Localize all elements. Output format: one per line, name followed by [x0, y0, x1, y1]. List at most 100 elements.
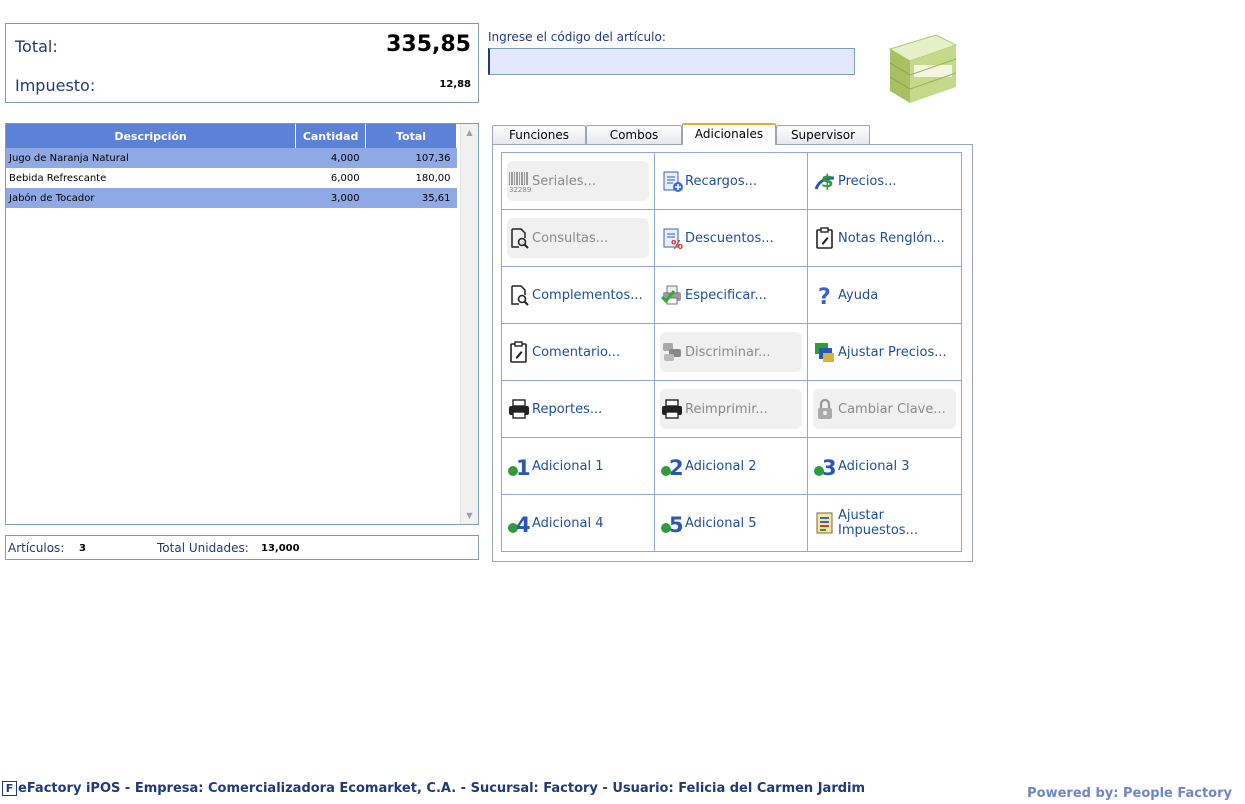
row-quantity: 4,000 — [295, 148, 366, 168]
tab-funciones[interactable]: Funciones — [492, 125, 586, 145]
function-button-label: Comentario... — [532, 344, 621, 360]
tab-combos[interactable]: Combos — [586, 125, 682, 145]
function-button-16[interactable]: 2 Adicional 2 — [655, 438, 808, 495]
tax-list-icon — [813, 511, 837, 535]
function-button-label: Adicional 5 — [685, 515, 757, 531]
function-button-label: Adicional 4 — [532, 515, 604, 531]
function-button-11[interactable]: Ajustar Precios... — [808, 324, 962, 381]
function-button-label: Notas Renglón... — [838, 230, 945, 246]
function-button-4[interactable]: % Descuentos... — [655, 210, 808, 267]
document-plus-icon — [660, 169, 684, 193]
function-button-6[interactable]: Complementos... — [502, 267, 655, 324]
lock-icon — [813, 397, 837, 421]
printer-icon — [660, 397, 684, 421]
function-button-inner[interactable]: Reportes... — [507, 389, 649, 429]
svg-text:?: ? — [818, 285, 831, 307]
function-button-inner[interactable]: 4 Adicional 4 — [507, 503, 649, 543]
col-header-description[interactable]: Descripción — [6, 124, 297, 148]
svg-text:2: 2 — [669, 456, 684, 478]
function-button-3[interactable]: Consultas... — [502, 210, 655, 267]
function-button-inner[interactable]: Reimprimir... — [660, 389, 802, 429]
function-button-inner[interactable]: 32289 Seriales... — [507, 161, 649, 201]
function-button-19[interactable]: 5 Adicional 5 — [655, 495, 808, 552]
function-button-inner[interactable]: Discriminar... — [660, 332, 802, 372]
svg-text:4: 4 — [516, 513, 531, 535]
function-button-inner[interactable]: 3 Adicional 3 — [813, 446, 956, 486]
articles-value: 3 — [79, 543, 86, 554]
function-button-inner[interactable]: $ Precios... — [813, 161, 956, 201]
svg-text:%: % — [671, 238, 683, 250]
function-button-inner[interactable]: Ajustar Impuestos... — [813, 503, 956, 543]
table-row[interactable]: Bebida Refrescante 6,000 180,00 — [6, 168, 457, 188]
row-total: 35,61 — [365, 188, 457, 208]
function-button-inner[interactable]: 5 Adicional 5 — [660, 503, 802, 543]
function-button-inner[interactable]: Complementos... — [507, 275, 649, 315]
scroll-up-icon[interactable]: ▲ — [461, 124, 478, 141]
function-button-label: Adicional 1 — [532, 458, 604, 474]
table-scrollbar[interactable]: ▲ ▼ — [460, 124, 478, 524]
function-button-0[interactable]: 32289 Seriales... — [502, 153, 655, 210]
function-button-inner[interactable]: 1 Adicional 1 — [507, 446, 649, 486]
function-button-inner[interactable]: Cambiar Clave... — [813, 389, 956, 429]
function-button-label: Consultas... — [532, 230, 609, 246]
tab-panel-adicionales: 32289 Seriales... Recargos... $ Precios... Co… — [492, 144, 973, 562]
printer-check-icon — [660, 283, 684, 307]
function-button-label: Especificar... — [685, 287, 767, 303]
function-button-inner[interactable]: % Descuentos... — [660, 218, 802, 258]
scroll-down-icon[interactable]: ▼ — [461, 507, 478, 524]
function-button-12[interactable]: Reportes... — [502, 381, 655, 438]
function-button-label: Complementos... — [532, 287, 643, 303]
function-button-7[interactable]: Especificar... — [655, 267, 808, 324]
status-text: eFactory iPOS - Empresa: Comercializador… — [18, 781, 866, 796]
split-icon — [660, 340, 684, 364]
search-document-icon — [507, 226, 531, 250]
function-button-label: Adicional 3 — [838, 458, 910, 474]
tax-value: 12,88 — [439, 79, 471, 90]
function-button-8[interactable]: ? Ayuda — [808, 267, 962, 324]
function-button-inner[interactable]: Ajustar Precios... — [813, 332, 956, 372]
function-button-label: Recargos... — [685, 173, 758, 189]
function-button-label: Precios... — [838, 173, 897, 189]
tab-adicionales[interactable]: Adicionales — [682, 123, 776, 145]
help-icon: ? — [813, 283, 837, 310]
function-button-label: Seriales... — [532, 173, 596, 189]
items-table: Descripción Cantidad Total Jugo de Naran… — [5, 123, 479, 525]
function-button-inner[interactable]: Comentario... — [507, 332, 649, 372]
tab-supervisor[interactable]: Supervisor — [776, 125, 870, 145]
number-4-icon: 4 — [507, 511, 531, 537]
function-buttons-grid: 32289 Seriales... Recargos... $ Precios... Co… — [501, 152, 962, 552]
article-code-label: Ingrese el código del artículo: — [488, 30, 666, 44]
table-row[interactable]: Jugo de Naranja Natural 4,000 107,36 — [6, 148, 457, 168]
function-button-15[interactable]: 1 Adicional 1 — [502, 438, 655, 495]
function-button-14[interactable]: Cambiar Clave... — [808, 381, 962, 438]
function-button-20[interactable]: Ajustar Impuestos... — [808, 495, 962, 552]
function-button-inner[interactable]: Notas Renglón... — [813, 218, 956, 258]
barcode-icon: 32289 — [507, 169, 531, 194]
function-button-1[interactable]: Recargos... — [655, 153, 808, 210]
function-button-9[interactable]: Comentario... — [502, 324, 655, 381]
function-button-label: Reimprimir... — [685, 401, 768, 417]
function-button-17[interactable]: 3 Adicional 3 — [808, 438, 962, 495]
powered-by[interactable]: Powered by: People Factory — [1027, 786, 1232, 801]
function-button-inner[interactable]: 2 Adicional 2 — [660, 446, 802, 486]
number-1-icon: 1 — [507, 454, 531, 480]
articles-label: Artículos: — [8, 541, 65, 555]
adjust-price-icon — [813, 340, 837, 364]
function-button-13[interactable]: Reimprimir... — [655, 381, 808, 438]
function-button-10[interactable]: Discriminar... — [655, 324, 808, 381]
function-button-5[interactable]: Notas Renglón... — [808, 210, 962, 267]
function-button-label: Cambiar Clave... — [838, 401, 946, 417]
table-row[interactable]: Jabón de Tocador 3,000 35,61 — [6, 188, 457, 208]
function-button-inner[interactable]: Especificar... — [660, 275, 802, 315]
function-button-18[interactable]: 4 Adicional 4 — [502, 495, 655, 552]
product-image — [884, 27, 960, 109]
article-code-input[interactable] — [488, 48, 855, 75]
function-button-label: Reportes... — [532, 401, 603, 417]
function-button-2[interactable]: $ Precios... — [808, 153, 962, 210]
function-button-inner[interactable]: ? Ayuda — [813, 275, 956, 315]
col-header-total[interactable]: Total — [365, 124, 457, 148]
function-button-inner[interactable]: Recargos... — [660, 161, 802, 201]
col-header-quantity[interactable]: Cantidad — [295, 124, 367, 148]
svg-text:3: 3 — [822, 456, 837, 478]
function-button-inner[interactable]: Consultas... — [507, 218, 649, 258]
